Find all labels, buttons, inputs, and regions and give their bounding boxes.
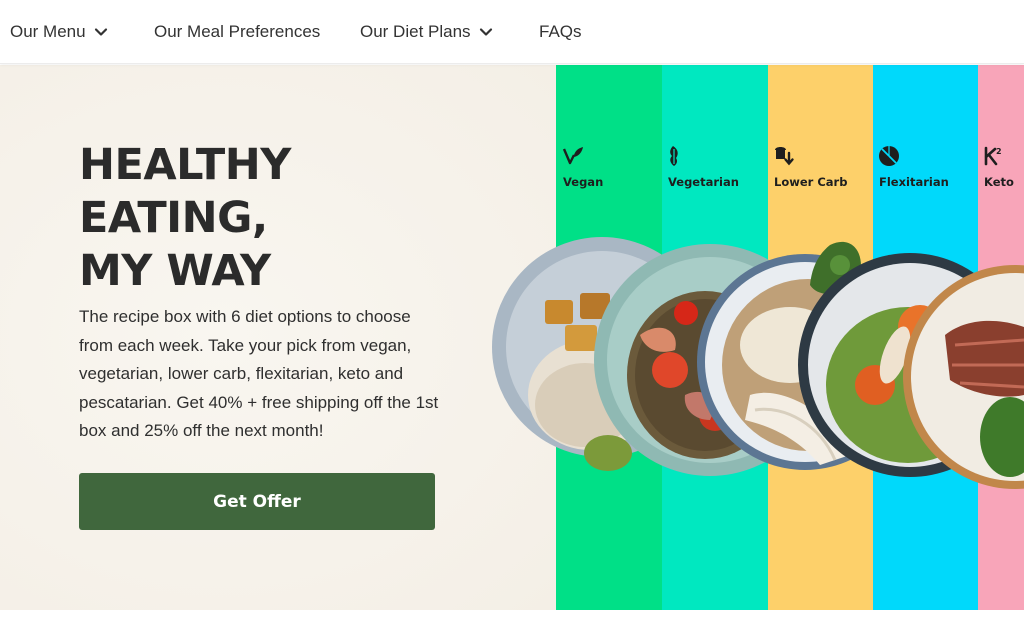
top-navigation: Our Menu Our Meal Preferences Our Diet P… — [0, 0, 1024, 64]
food-plates-image — [492, 237, 1024, 489]
nav-diet-plans-label: Our Diet Plans — [360, 22, 471, 41]
nav-meal-preferences-label: Our Meal Preferences — [154, 22, 321, 41]
nav-our-menu[interactable]: Our Menu — [10, 20, 108, 44]
chevron-down-icon — [94, 28, 107, 36]
headline-line-1: HEALTHY — [79, 140, 291, 190]
nav-diet-plans[interactable]: Our Diet Plans — [360, 20, 493, 44]
hero-description: The recipe box with 6 diet options to ch… — [79, 307, 439, 440]
nav-meal-preferences[interactable]: Our Meal Preferences — [154, 20, 320, 44]
nav-faqs[interactable]: FAQs — [539, 20, 582, 44]
hero-headline: HEALTHY EATING, MY WAY — [79, 139, 379, 298]
headline-line-3: MY WAY — [79, 246, 271, 296]
chevron-down-icon — [479, 28, 492, 36]
hero-text-panel: HEALTHY EATING, MY WAY The recipe box wi… — [0, 65, 556, 610]
nav-faqs-label: FAQs — [539, 22, 582, 41]
headline-line-2: EATING, — [79, 193, 268, 243]
hero-section: HEALTHY EATING, MY WAY The recipe box wi… — [0, 65, 1024, 610]
get-offer-button[interactable]: Get Offer — [79, 473, 435, 530]
nav-our-menu-label: Our Menu — [10, 22, 86, 41]
